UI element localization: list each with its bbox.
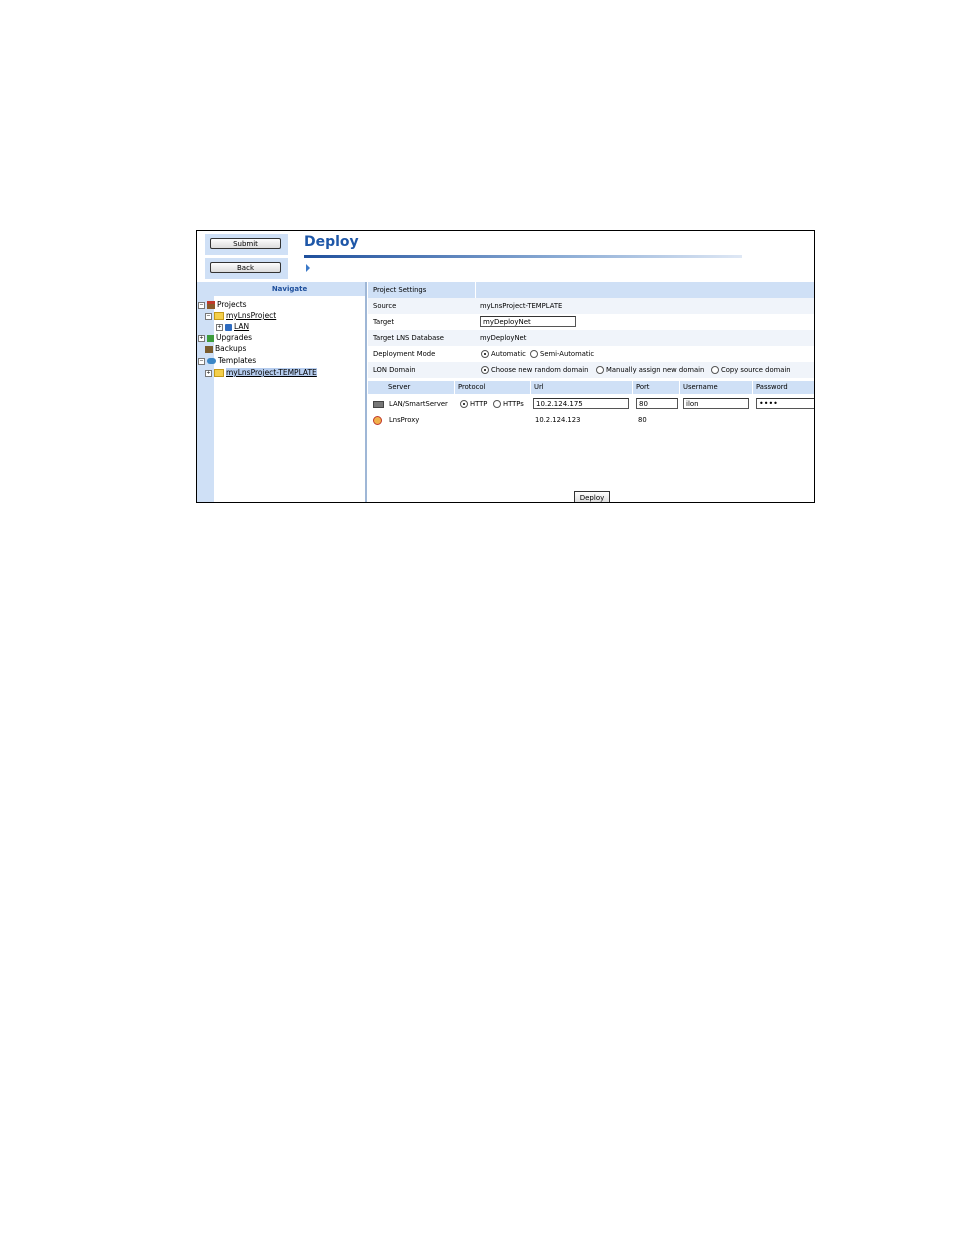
column-port: Port (632, 381, 679, 394)
tree-item-backups[interactable]: Backups (205, 344, 246, 354)
protocol-https-option[interactable]: HTTPs (493, 396, 524, 412)
lon-domain-label: LON Domain (373, 366, 416, 374)
page-title: Deploy (304, 234, 359, 250)
database-value: myDeployNet (480, 334, 527, 342)
deploy-window: Submit Back Deploy Navigate − Projects − m… (196, 230, 815, 503)
radio-icon[interactable] (530, 350, 538, 358)
username-input[interactable]: ilon (683, 398, 749, 409)
navigate-panel: Navigate − Projects − myLnsProject + LAN + U… (197, 282, 365, 502)
domain-manual-option[interactable]: Manually assign new domain (596, 362, 704, 378)
port-input[interactable]: 80 (636, 398, 678, 409)
url-input[interactable]: 10.2.124.175 (533, 398, 629, 409)
proxy-icon (373, 415, 382, 425)
server-name: LAN/SmartServer (389, 400, 448, 408)
source-row: Source myLnsProject-TEMPLATE (368, 298, 814, 314)
submit-button[interactable]: Submit (210, 238, 281, 249)
title-underline (304, 255, 742, 258)
radio-icon[interactable] (711, 366, 719, 374)
tree-item-projects[interactable]: − Projects (198, 300, 247, 310)
target-label: Target (373, 318, 395, 326)
server-row: LAN/SmartServer HTTP HTTPs 10.2.124.175 … (368, 396, 814, 412)
network-icon (225, 323, 232, 331)
target-row: Target myDeployNet (368, 314, 814, 330)
folder-icon (214, 369, 224, 377)
project-settings-panel: Project Settings Source myLnsProject-TEM… (368, 282, 814, 502)
column-username: Username (679, 381, 752, 394)
server-name: LnsProxy (389, 416, 420, 424)
server-grid-header: Server Protocol Url Port Username Passwo… (368, 381, 814, 394)
target-input[interactable]: myDeployNet (480, 316, 576, 327)
mode-automatic-option[interactable]: Automatic (481, 346, 526, 362)
deployment-mode-label: Deployment Mode (373, 350, 436, 358)
expand-icon[interactable]: + (216, 323, 223, 331)
mode-semi-automatic-option[interactable]: Semi-Automatic (530, 346, 594, 362)
backups-icon (205, 345, 213, 353)
lon-domain-row: LON Domain Choose new random domain Manu… (368, 362, 814, 378)
upgrades-icon (207, 334, 214, 342)
url-value: 10.2.124.123 (535, 416, 581, 424)
column-protocol: Protocol (454, 381, 530, 394)
protocol-http-option[interactable]: HTTP (460, 396, 487, 412)
settings-header-row: Project Settings (368, 282, 814, 298)
tree-item-mylnsproject[interactable]: − myLnsProject (205, 311, 276, 321)
expand-icon[interactable]: + (205, 369, 212, 377)
radio-icon[interactable] (493, 400, 501, 408)
tree-item-templates[interactable]: − Templates (198, 356, 256, 366)
expand-icon[interactable]: + (198, 334, 205, 342)
back-button[interactable]: Back (210, 262, 281, 273)
radio-icon[interactable] (596, 366, 604, 374)
source-value: myLnsProject-TEMPLATE (480, 302, 563, 310)
radio-selected-icon[interactable] (460, 400, 468, 408)
section-title: Project Settings (373, 286, 427, 294)
house-icon (207, 301, 215, 309)
templates-icon (207, 358, 216, 364)
folder-icon (214, 312, 224, 320)
radio-selected-icon[interactable] (481, 366, 489, 374)
server-icon (373, 400, 384, 408)
tree-item-mylnsproject-template[interactable]: + myLnsProject-TEMPLATE (205, 368, 317, 378)
collapse-icon[interactable]: − (198, 357, 205, 365)
navigate-title: Navigate (214, 282, 365, 296)
tree-item-lan[interactable]: + LAN (216, 322, 249, 332)
deployment-mode-row: Deployment Mode Automatic Semi-Automatic (368, 346, 814, 362)
deploy-button[interactable]: Deploy (574, 491, 610, 502)
column-url: Url (530, 381, 632, 394)
server-row: LnsProxy 10.2.124.123 80 (368, 412, 814, 428)
collapse-icon[interactable]: − (205, 312, 212, 320)
database-row: Target LNS Database myDeployNet (368, 330, 814, 346)
arrow-right-icon[interactable] (306, 264, 310, 272)
port-value: 80 (638, 416, 647, 424)
source-label: Source (373, 302, 397, 310)
column-password: Password (752, 381, 814, 394)
tree-item-upgrades[interactable]: + Upgrades (198, 333, 252, 343)
password-input[interactable] (756, 398, 814, 409)
radio-selected-icon[interactable] (481, 350, 489, 358)
panel-divider (365, 282, 367, 502)
column-server: Server (388, 383, 411, 391)
domain-copy-option[interactable]: Copy source domain (711, 362, 791, 378)
database-label: Target LNS Database (373, 334, 444, 342)
action-panel: Submit Back (205, 234, 288, 280)
collapse-icon[interactable]: − (198, 301, 205, 309)
domain-random-option[interactable]: Choose new random domain (481, 362, 588, 378)
